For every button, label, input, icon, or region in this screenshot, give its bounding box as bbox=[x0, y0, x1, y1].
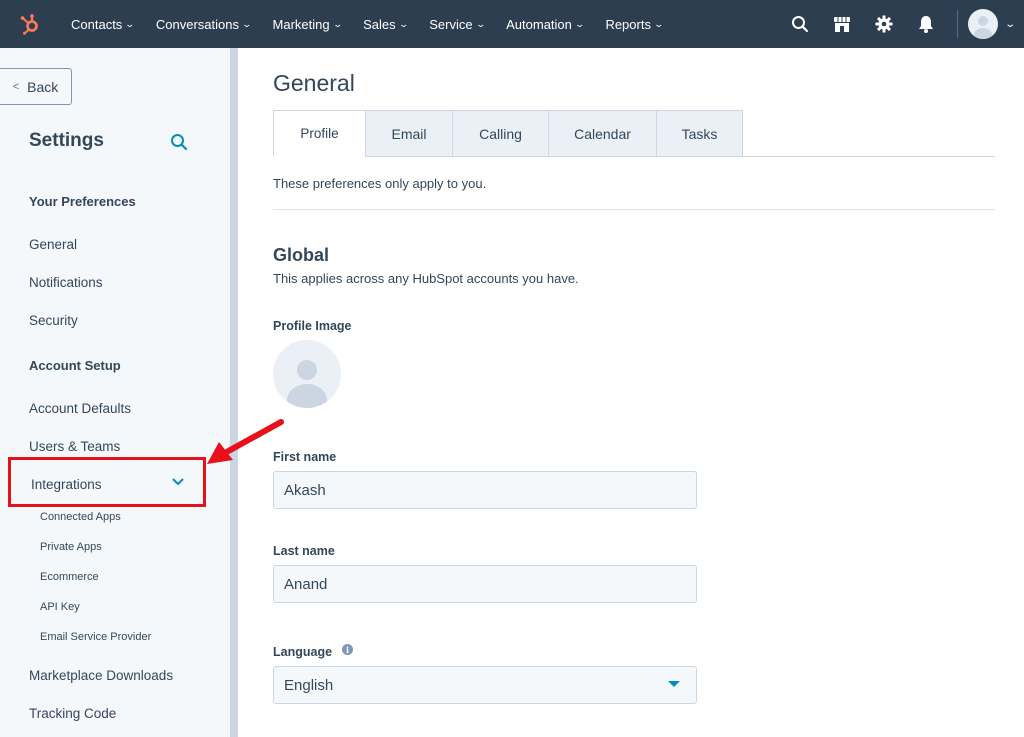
search-icon[interactable] bbox=[170, 133, 188, 156]
sidebar-item-integrations[interactable]: Integrations bbox=[8, 457, 206, 507]
tab-underline bbox=[743, 156, 995, 157]
nav-service-label: Service bbox=[429, 16, 473, 32]
language-select[interactable]: English bbox=[273, 666, 697, 704]
gear-icon[interactable] bbox=[863, 0, 905, 48]
nav-sales-label: Sales bbox=[363, 16, 396, 32]
preferences-note: These preferences only apply to you. bbox=[273, 176, 487, 191]
bell-icon[interactable] bbox=[905, 0, 947, 48]
caret-down-icon bbox=[668, 681, 680, 687]
nav-reports-label: Reports bbox=[605, 16, 651, 32]
hubspot-logo-icon[interactable] bbox=[0, 0, 60, 48]
sidebar-item-tracking-code[interactable]: Tracking Code bbox=[29, 706, 116, 721]
nav-marketing[interactable]: Marketing ⌄ bbox=[272, 16, 343, 32]
chevron-down-icon: ⌄ bbox=[574, 18, 585, 29]
sidebar-subitem-ecommerce[interactable]: Ecommerce bbox=[40, 571, 99, 583]
nav-service[interactable]: Service ⌄ bbox=[429, 16, 486, 32]
profile-image-label: Profile Image bbox=[273, 319, 352, 333]
chevron-down-icon[interactable]: ⌄ bbox=[1004, 19, 1016, 30]
sidebar-item-notifications[interactable]: Notifications bbox=[29, 275, 103, 290]
sidebar-item-marketplace-downloads[interactable]: Marketplace Downloads bbox=[29, 668, 173, 683]
nav-divider bbox=[956, 10, 958, 38]
tab-bar: Profile Email Calling Calendar Tasks bbox=[273, 110, 743, 157]
sidebar-title: Settings bbox=[29, 130, 104, 151]
sidebar-subitem-connected-apps[interactable]: Connected Apps bbox=[40, 511, 121, 523]
tab-calling[interactable]: Calling bbox=[453, 110, 549, 157]
sidebar-subitem-api-key[interactable]: API Key bbox=[40, 601, 80, 613]
chevron-down-icon bbox=[171, 474, 185, 492]
chevron-down-icon: ⌄ bbox=[241, 18, 253, 29]
avatar[interactable] bbox=[967, 9, 998, 39]
profile-image[interactable] bbox=[273, 340, 341, 408]
nav-automation-label: Automation bbox=[506, 16, 572, 32]
tab-profile[interactable]: Profile bbox=[273, 110, 366, 157]
settings-sidebar: < Back Settings Your Preferences General … bbox=[0, 48, 230, 737]
chevron-down-icon: ⌄ bbox=[332, 18, 343, 29]
tab-tasks[interactable]: Tasks bbox=[657, 110, 743, 157]
nav-conversations-label: Conversations bbox=[155, 16, 239, 32]
sidebar-item-account-defaults[interactable]: Account Defaults bbox=[29, 401, 131, 416]
back-button[interactable]: < Back bbox=[0, 68, 72, 105]
first-name-field[interactable]: Akash bbox=[273, 471, 697, 509]
last-name-field[interactable]: Anand bbox=[273, 565, 697, 603]
back-label: Back bbox=[27, 78, 59, 95]
chevron-down-icon: ⌄ bbox=[475, 18, 486, 29]
info-icon[interactable]: i bbox=[342, 644, 353, 655]
chevron-down-icon: ⌄ bbox=[398, 18, 409, 29]
section-account-setup: Account Setup bbox=[29, 358, 121, 373]
sidebar-scrollbar[interactable] bbox=[230, 48, 238, 737]
language-label: Language bbox=[273, 645, 333, 659]
sidebar-item-security[interactable]: Security bbox=[29, 313, 78, 328]
first-name-label: First name bbox=[273, 450, 337, 464]
nav-conversations[interactable]: Conversations ⌄ bbox=[155, 16, 253, 32]
global-heading: Global bbox=[273, 245, 330, 265]
tab-calendar[interactable]: Calendar bbox=[549, 110, 657, 157]
marketplace-icon[interactable] bbox=[821, 0, 863, 48]
global-description: This applies across any HubSpot accounts… bbox=[273, 271, 579, 286]
sidebar-subitem-email-service-provider[interactable]: Email Service Provider bbox=[40, 631, 151, 643]
sidebar-subitem-private-apps[interactable]: Private Apps bbox=[40, 541, 102, 553]
tab-email[interactable]: Email bbox=[366, 110, 453, 157]
chevron-down-icon: ⌄ bbox=[653, 18, 665, 29]
page-title: General bbox=[273, 70, 355, 96]
nav-reports[interactable]: Reports ⌄ bbox=[605, 16, 665, 32]
chevron-left-icon: < bbox=[12, 80, 20, 93]
divider bbox=[273, 209, 995, 210]
chevron-down-icon: ⌄ bbox=[124, 18, 136, 29]
nav-marketing-label: Marketing bbox=[272, 16, 330, 32]
sidebar-item-general[interactable]: General bbox=[29, 237, 77, 252]
sidebar-item-users-teams[interactable]: Users & Teams bbox=[29, 439, 120, 454]
top-nav: Contacts ⌄ Conversations ⌄ Marketing ⌄ Sale… bbox=[0, 0, 1024, 48]
nav-sales[interactable]: Sales ⌄ bbox=[363, 16, 409, 32]
search-icon[interactable] bbox=[779, 0, 821, 48]
nav-contacts-label: Contacts bbox=[71, 16, 123, 32]
nav-automation[interactable]: Automation ⌄ bbox=[506, 16, 585, 32]
nav-right-tools: ⌄ bbox=[779, 0, 1024, 48]
section-your-preferences: Your Preferences bbox=[29, 194, 136, 209]
integrations-label: Integrations bbox=[31, 477, 102, 492]
nav-contacts[interactable]: Contacts ⌄ bbox=[71, 16, 136, 32]
last-name-label: Last name bbox=[273, 544, 335, 558]
